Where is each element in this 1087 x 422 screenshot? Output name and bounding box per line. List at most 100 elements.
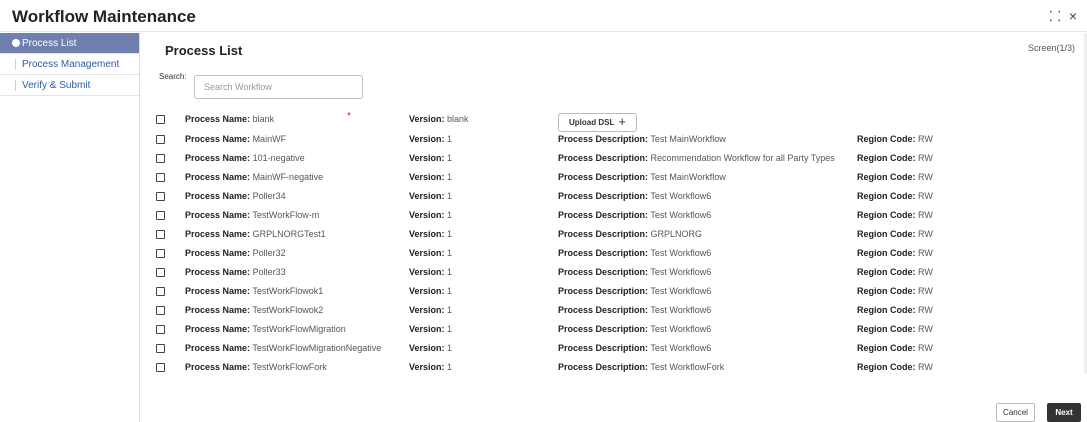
- process-name-label: Process Name:: [185, 305, 251, 315]
- row-checkbox[interactable]: [156, 211, 165, 220]
- version-cell: Version: 1: [409, 339, 452, 357]
- process-description-cell: Process Description: Test WorkflowFork: [558, 358, 724, 376]
- step-line-icon: [15, 59, 16, 70]
- row-checkbox[interactable]: [156, 115, 165, 124]
- footer: Cancel Next: [141, 397, 1087, 422]
- sidebar-item-label: Process List: [22, 38, 77, 49]
- region-code-label: Region Code:: [857, 153, 916, 163]
- process-name-cell: Process Name: Poller32: [185, 244, 286, 262]
- main-content: Process List Screen(1/3) Search: Process…: [141, 33, 1087, 422]
- row-checkbox[interactable]: [156, 363, 165, 372]
- version-label: Version:: [409, 343, 445, 353]
- process-description-value: Test Workflow6: [650, 324, 712, 334]
- process-name-cell: Process Name: 101-negative: [185, 149, 305, 167]
- version-label: Version:: [409, 362, 445, 372]
- row-checkbox[interactable]: [156, 230, 165, 239]
- row-checkbox[interactable]: [156, 173, 165, 182]
- region-code-label: Region Code:: [857, 191, 916, 201]
- sidebar-item-verify-submit[interactable]: Verify & Submit: [0, 75, 139, 96]
- region-code-cell: Region Code: RW: [857, 244, 933, 262]
- version-label: Version:: [409, 114, 445, 124]
- version-value: 1: [447, 362, 453, 372]
- list-item-new: Process Name: blank * Version: blank Upl…: [141, 110, 1087, 132]
- version-label: Version:: [409, 172, 445, 182]
- search-input[interactable]: [194, 75, 363, 99]
- row-checkbox[interactable]: [156, 287, 165, 296]
- version-cell: Version: 1: [409, 225, 452, 243]
- process-name-value: 101-negative: [252, 153, 305, 163]
- process-description-value: Test Workflow6: [650, 210, 712, 220]
- row-checkbox[interactable]: [156, 249, 165, 258]
- process-name-value: TestWorkFlowMigrationNegative: [252, 343, 382, 353]
- process-name-value: MainWF-negative: [252, 172, 324, 182]
- row-checkbox[interactable]: [156, 192, 165, 201]
- region-code-label: Region Code:: [857, 210, 916, 220]
- process-name-value: TestWorkFlowok1: [252, 286, 324, 296]
- version-value: 1: [447, 324, 453, 334]
- process-name-cell: Process Name: TestWorkFlowMigration: [185, 320, 346, 338]
- region-code-value: RW: [918, 248, 933, 258]
- list-item: Process Name: Poller33 Version: 1 Process …: [141, 263, 1087, 281]
- process-description-value: Test Workflow6: [650, 191, 712, 201]
- row-checkbox[interactable]: [156, 306, 165, 315]
- app-title: Workflow Maintenance: [12, 7, 196, 26]
- region-code-cell: Region Code: RW: [857, 358, 933, 376]
- region-code-cell: Region Code: RW: [857, 339, 933, 357]
- list-item: Process Name: TestWorkFlow-m Version: 1 Pr…: [141, 206, 1087, 224]
- process-name-label: Process Name:: [185, 172, 251, 182]
- version-value: 1: [447, 248, 453, 258]
- sidebar-item-process-management[interactable]: Process Management: [0, 54, 139, 75]
- page-title: Process List: [165, 43, 243, 58]
- close-icon[interactable]: ×: [1069, 8, 1077, 24]
- version-cell: Version: 1: [409, 244, 452, 262]
- process-name-label: Process Name:: [185, 324, 251, 334]
- version-label: Version:: [409, 229, 445, 239]
- version-value: blank: [447, 114, 469, 124]
- row-checkbox[interactable]: [156, 154, 165, 163]
- list-item: Process Name: TestWorkFlowok2 Version: 1 P…: [141, 301, 1087, 319]
- process-name-cell: Process Name: Poller33: [185, 263, 286, 281]
- process-description-label: Process Description:: [558, 172, 649, 182]
- cancel-button[interactable]: Cancel: [996, 403, 1035, 422]
- list-item: Process Name: MainWF-negative Version: 1 P…: [141, 168, 1087, 186]
- next-button[interactable]: Next: [1047, 403, 1081, 422]
- process-name-cell: Process Name: TestWorkFlow-m: [185, 206, 319, 224]
- version-label: Version:: [409, 286, 445, 296]
- version-cell: Version: 1: [409, 263, 452, 281]
- row-checkbox[interactable]: [156, 325, 165, 334]
- plus-icon: +: [618, 114, 626, 129]
- process-description-cell: Process Description: Test Workflow6: [558, 301, 711, 319]
- version-label: Version:: [409, 210, 445, 220]
- process-description-cell: Process Description: Test Workflow6: [558, 320, 711, 338]
- region-code-value: RW: [918, 343, 933, 353]
- version-cell: Version: 1: [409, 320, 452, 338]
- process-description-label: Process Description:: [558, 324, 649, 334]
- process-name-value: blank: [252, 114, 275, 124]
- process-name-label: Process Name:: [185, 210, 251, 220]
- process-name-value: Poller34: [252, 191, 286, 201]
- process-description-cell: Process Description: Test Workflow6: [558, 282, 711, 300]
- row-checkbox[interactable]: [156, 135, 165, 144]
- process-description-label: Process Description:: [558, 362, 649, 372]
- process-description-value: Test Workflow6: [650, 286, 712, 296]
- region-code-value: RW: [918, 267, 933, 277]
- region-code-cell: Region Code: RW: [857, 301, 933, 319]
- region-code-value: RW: [918, 191, 933, 201]
- process-name-label: Process Name:: [185, 114, 251, 124]
- process-name-label: Process Name:: [185, 267, 251, 277]
- process-name-cell: Process Name: Poller34: [185, 187, 286, 205]
- row-checkbox[interactable]: [156, 344, 165, 353]
- region-code-label: Region Code:: [857, 324, 916, 334]
- region-code-value: RW: [918, 210, 933, 220]
- expand-arrows-icon[interactable]: ⸬: [1049, 8, 1061, 24]
- region-code-label: Region Code:: [857, 267, 916, 277]
- version-label: Version:: [409, 267, 445, 277]
- list-item: Process Name: TestWorkFlowMigration Versi…: [141, 320, 1087, 338]
- search-label: Search:: [159, 72, 187, 81]
- sidebar-item-process-list[interactable]: Process List: [0, 33, 139, 54]
- row-checkbox[interactable]: [156, 268, 165, 277]
- version-value: 1: [447, 229, 453, 239]
- process-description-cell: Process Description: Test MainWorkflow: [558, 130, 726, 148]
- region-code-cell: Region Code: RW: [857, 225, 933, 243]
- region-code-value: RW: [918, 286, 933, 296]
